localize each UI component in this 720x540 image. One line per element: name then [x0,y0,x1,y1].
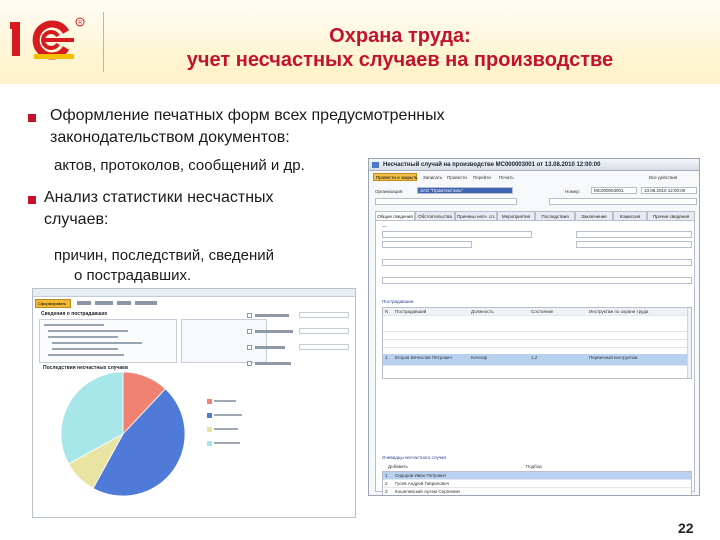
slide: R Охрана труда: учет несчастных случаев … [0,0,720,540]
bullet-2-line-1: Анализ статистики несчастных [44,189,274,206]
victims-grid: N Пострадавший Должность Состояние Инстр… [382,307,692,379]
employee-field[interactable] [549,198,697,205]
add-witness-button[interactable]: Добавить [388,464,408,469]
bullet-2-subtext: причин, последствий, сведений о пострада… [54,246,274,286]
form-field[interactable] [382,241,472,248]
navigate-button[interactable]: Перейти [473,175,491,180]
bullet-2-sub-line-1: причин, последствий, сведений [54,247,275,264]
form-field[interactable] [382,231,532,238]
organization-field[interactable]: ЗАО "Промтекстиль" [417,187,513,194]
organization-label: Организация: [375,189,404,194]
print-button[interactable]: Печать [499,175,514,180]
form-field[interactable] [576,231,692,238]
title-line-1: Охрана труда: [329,25,471,47]
bullet-1-line-2: законодательством документов: [50,129,290,146]
cell: Кошелевский Артем Сергеевич [395,489,461,494]
cell: 2 [385,481,388,486]
cell: 3 [385,489,388,494]
cell: Егоров Вячеслав Петрович [395,355,452,360]
bullet-marker-2 [28,196,36,204]
legend-swatch [207,427,212,432]
table-row[interactable] [383,324,691,332]
post-button[interactable]: Провести [447,175,467,180]
pick-witness-button[interactable]: Подбор [526,464,542,469]
bullet-2-sub-line-2: о пострадавших. [74,267,192,284]
table-row[interactable] [383,340,691,348]
legend-label [214,414,242,416]
legend-label [214,400,236,402]
col-header: N [385,309,389,314]
bullet-2-text: Анализ статистики несчастных случаев: [44,187,274,231]
table-row[interactable]: 2 Гусев Андрей Гаврилович [383,480,691,488]
scrollbar[interactable] [687,308,691,378]
victims-grid-header: N Пострадавший Должность Состояние Инстр… [383,308,691,316]
victims-section-header: Пострадавшие: [382,299,415,304]
all-actions-button[interactable]: Все действия [649,175,677,180]
form-field[interactable] [382,259,692,266]
table-row[interactable]: 3 Кошелевский Артем Сергеевич [383,488,691,495]
col-header: Инструктаж по охране труда [589,309,649,314]
col-header: Состояние [531,309,554,314]
number-field[interactable]: МС000003001 [591,187,637,194]
legend-swatch [207,413,212,418]
bullet-1-line-1: Оформление печатных форм всех предусмотр… [50,107,445,124]
section-header: — [382,224,387,229]
cell: Кочегар [471,355,488,360]
legend-label [214,428,238,430]
cell: 1 [385,355,388,360]
witnesses-section-header: Очевидцы несчастного случая [382,455,446,460]
legend-swatch [207,399,212,404]
1c-logo: R [10,17,85,60]
legend-label [214,442,240,444]
document-window-icon [372,162,379,168]
cell: Гусев Андрей Гаврилович [395,481,450,486]
pie-chart [60,371,186,497]
bullet-2-line-2: случаев: [44,211,109,228]
header: R Охрана труда: учет несчастных случаев … [0,0,720,84]
bullet-1-text: Оформление печатных форм всех предусмотр… [50,105,445,149]
date-field[interactable]: 13.08.2010 12:00:00 [641,187,697,194]
post-and-close-button[interactable]: Провести и закрыть [373,173,418,181]
form-field[interactable] [382,277,692,284]
witnesses-grid: 1 Сидоров Иван Петрович 2 Гусев Андрей Г… [382,471,692,495]
number-label: Номер: [565,189,581,194]
document-toolbar: Провести и закрыть Записать Провести Пер… [371,173,699,183]
cell: Сидоров Иван Петрович [395,473,447,478]
save-button[interactable]: Записать [423,175,442,180]
document-window-title: Несчастный случай на производстве МС0000… [369,159,699,171]
table-row[interactable] [383,332,691,340]
bullet-marker-1 [28,114,36,122]
cell: 1,2 [531,355,538,360]
svg-text:R: R [78,20,82,26]
legend-swatch [207,441,212,446]
table-row[interactable]: 1 Егоров Вячеслав Петрович Кочегар 1,2 П… [383,354,691,366]
cell: Первичный инструктаж [589,355,638,360]
report-screenshot: Сформировать Сведения о пострадавших Пос… [32,288,356,518]
accident-document-screenshot: Несчастный случай на производстве МС0000… [368,158,700,496]
cell: 1 [385,473,388,478]
title-line-2: учет несчастных случаев на производстве [186,49,614,71]
document-tab-panel: — Пострадавшие: N Пострадавший Должность… [375,220,695,495]
subdivision-field[interactable] [375,198,517,205]
bullet-1-subtext: актов, протоколов, сообщений и др. [54,157,305,174]
col-header: Пострадавший [395,309,427,314]
slide-title: Охрана труда: учет несчастных случаев на… [110,24,690,72]
table-row[interactable]: 1 Сидоров Иван Петрович [383,472,691,480]
header-divider [103,12,104,72]
form-field[interactable] [576,241,692,248]
page-number: 22 [678,520,694,536]
col-header: Должность [471,309,494,314]
